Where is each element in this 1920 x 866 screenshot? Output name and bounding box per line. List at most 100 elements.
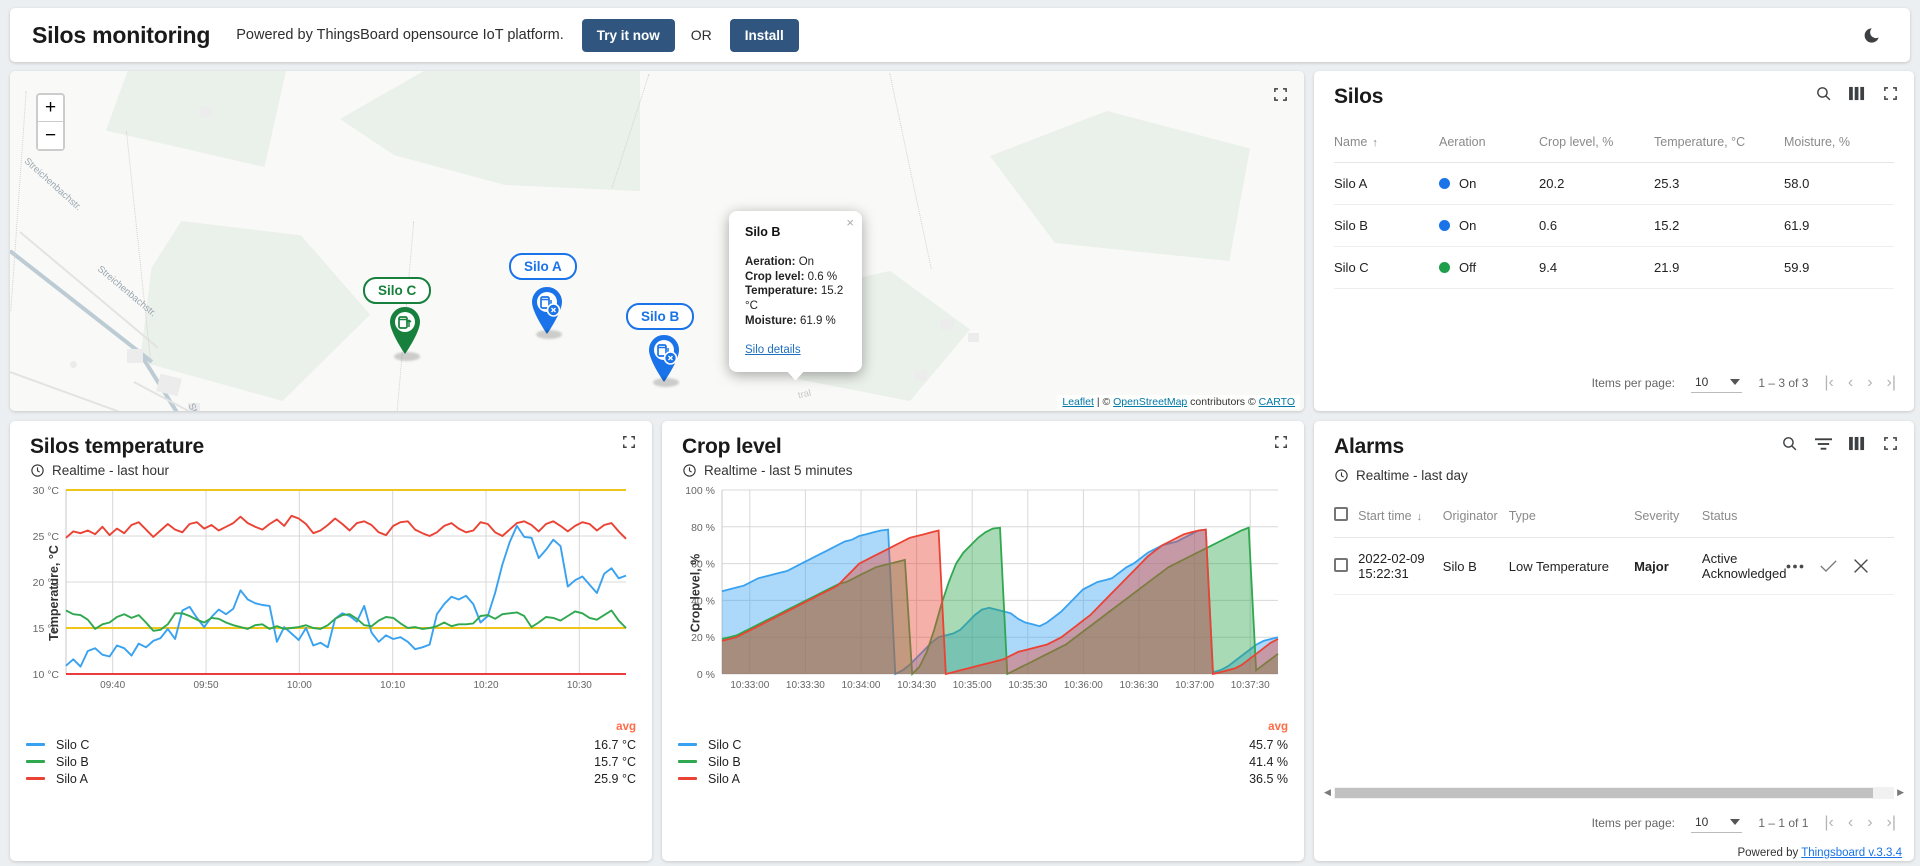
clock-icon [1334,468,1349,483]
first-page-button[interactable]: |‹ [1824,815,1833,831]
popup-value: On [799,256,814,268]
popup-close-icon[interactable]: × [846,216,854,229]
status-dot [1439,262,1450,273]
leaflet-link[interactable]: Leaflet [1062,396,1094,408]
temperature-card-icons [622,435,636,449]
map-marker-label-silo-c[interactable]: Silo C [363,277,431,304]
openstreetmap-link[interactable]: OpenStreetMap [1113,396,1187,408]
prev-page-button[interactable]: ‹ [1848,815,1853,831]
fullscreen-icon[interactable] [1883,436,1898,451]
legend-value: 45.7 % [1249,738,1288,752]
fullscreen-icon[interactable] [1274,435,1288,449]
temperature-legend: avg Silo C 16.7 °C Silo B 15.7 °C Silo A… [26,721,636,787]
column-header-crop-level[interactable]: Crop level, % [1539,123,1654,163]
cell-select[interactable] [1334,538,1358,595]
column-header-severity[interactable]: Severity [1634,495,1702,538]
scrollbar-track[interactable] [1334,787,1894,799]
silos-table: Name↑ Aeration Crop level, % Temperature… [1334,123,1894,289]
svg-text:09:40: 09:40 [100,680,125,691]
legend-item[interactable]: Silo C 45.7 % [678,736,1288,753]
table-row[interactable]: Silo B On 0.6 15.2 61.9 [1334,205,1894,247]
silos-table-head: Name↑ Aeration Crop level, % Temperature… [1334,123,1894,163]
select-all-header[interactable] [1334,495,1358,538]
map-widget[interactable]: Streichenbachstr. Streichenbachstr. Frän… [10,71,1304,411]
row-checkbox[interactable] [1334,558,1348,572]
column-header-temperature[interactable]: Temperature, °C [1654,123,1784,163]
scroll-left-icon[interactable]: ◀ [1324,787,1331,798]
fullscreen-icon[interactable] [1883,86,1898,101]
map-marker-silo-a[interactable] [528,286,566,336]
more-icon[interactable] [1786,564,1804,569]
map-marker-label-silo-a[interactable]: Silo A [509,253,577,280]
column-header-status[interactable]: Status [1702,495,1787,538]
filter-icon[interactable] [1815,437,1832,451]
last-page-button[interactable]: ›| [1887,375,1896,391]
or-label: OR [691,27,712,43]
columns-icon[interactable] [1849,436,1866,451]
legend-item[interactable]: Silo B 41.4 % [678,753,1288,770]
alarms-horizontal-scrollbar[interactable]: ◀ ▶ [1324,786,1904,799]
map-marker-silo-b[interactable] [645,334,683,384]
map-marker-label-silo-b[interactable]: Silo B [626,303,694,330]
map-attribution: Leaflet | © OpenStreetMap contributors ©… [1057,395,1300,409]
next-page-button[interactable]: › [1867,375,1872,391]
moon-icon[interactable] [1856,20,1886,50]
column-header-moisture[interactable]: Moisture, % [1784,123,1894,163]
column-header-aeration[interactable]: Aeration [1439,123,1539,163]
prev-page-button[interactable]: ‹ [1848,375,1853,391]
map-zoom-control[interactable]: + − [36,93,65,151]
items-per-page-label: Items per page: [1592,816,1675,830]
table-row[interactable]: Silo C Off 9.4 21.9 59.9 [1334,247,1894,289]
select-all-checkbox[interactable] [1334,507,1348,521]
install-button[interactable]: Install [730,19,799,52]
legend-item[interactable]: Silo B 15.7 °C [26,753,636,770]
sort-descending-icon: ↓ [1417,511,1423,523]
alarms-card-header: Alarms Realtime - last day [1314,421,1914,483]
crop-title: Crop level [682,435,1284,459]
svg-text:10:35:00: 10:35:00 [953,680,992,691]
popup-label: Aeration: [745,256,795,268]
legend-swatch-silo-a [678,777,697,780]
scrollbar-thumb[interactable] [1335,788,1873,798]
clear-icon[interactable] [1853,558,1869,574]
attrib-contrib: contributors © [1187,396,1258,408]
items-per-page-select[interactable]: 10 [1691,813,1742,833]
column-header-name[interactable]: Name↑ [1334,123,1439,163]
columns-icon[interactable] [1849,86,1866,101]
carto-link[interactable]: CARTO [1259,396,1295,408]
search-icon[interactable] [1815,85,1832,102]
fullscreen-icon[interactable] [622,435,636,449]
crop-subtitle: Realtime - last 5 minutes [682,463,1284,478]
column-header-originator[interactable]: Originator [1443,495,1509,538]
map-marker-silo-c[interactable] [386,306,424,356]
silo-details-link[interactable]: Silo details [745,344,801,356]
scroll-right-icon[interactable]: ▶ [1897,787,1904,798]
column-header-start-time[interactable]: Start time↓ [1358,495,1443,538]
alarms-header-row: Start time↓ Originator Type Severity Sta… [1334,495,1894,538]
first-page-button[interactable]: |‹ [1824,375,1833,391]
popup-row-aeration: Aeration: On [745,255,846,270]
try-it-now-button[interactable]: Try it now [582,19,675,52]
items-per-page-select[interactable]: 10 [1691,373,1742,393]
thingsboard-version-link[interactable]: Thingsboard v.3.3.4 [1801,847,1902,859]
powered-by-text: Powered by ThingsBoard opensource IoT pl… [236,27,564,43]
cell-moisture: 61.9 [1784,205,1894,247]
legend-item[interactable]: Silo A 25.9 °C [26,770,636,787]
last-page-button[interactable]: ›| [1887,815,1896,831]
cell-crop-level: 20.2 [1539,163,1654,205]
table-row[interactable]: 2022-02-09 15:22:31 Silo B Low Temperatu… [1334,538,1894,595]
map-popup[interactable]: × Silo B Aeration: On Crop level: 0.6 % … [729,211,862,372]
fullscreen-icon[interactable] [1273,87,1288,102]
table-row[interactable]: Silo A On 20.2 25.3 58.0 [1334,163,1894,205]
legend-item[interactable]: Silo C 16.7 °C [26,736,636,753]
alarms-table-container: Start time↓ Originator Type Severity Sta… [1314,483,1914,595]
legend-item[interactable]: Silo A 36.5 % [678,770,1288,787]
zoom-out-button[interactable]: − [38,122,63,149]
search-icon[interactable] [1781,435,1798,452]
cell-start-time: 2022-02-09 15:22:31 [1358,538,1443,595]
zoom-in-button[interactable]: + [38,95,63,122]
acknowledge-icon[interactable] [1820,559,1837,573]
legend-label: Silo B [56,755,594,769]
column-header-type[interactable]: Type [1509,495,1634,538]
next-page-button[interactable]: › [1867,815,1872,831]
